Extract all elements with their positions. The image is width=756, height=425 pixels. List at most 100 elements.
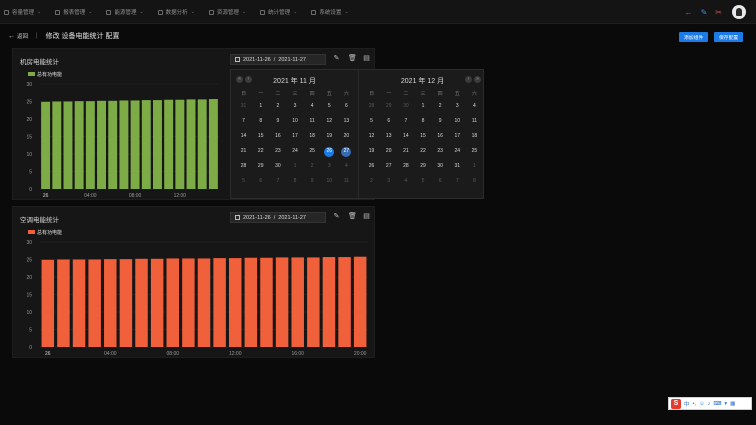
calendar-day[interactable]: 22 — [252, 144, 269, 159]
calendar-day[interactable]: 7 — [269, 174, 286, 189]
add-component-button[interactable]: 添加组件 — [679, 32, 709, 42]
calendar-day[interactable]: 4 — [338, 159, 355, 174]
calendar-day[interactable]: 31 — [449, 159, 466, 174]
back-button[interactable]: ← 返回 — [8, 32, 28, 41]
calendar-day[interactable]: 1 — [466, 159, 483, 174]
edit-icon[interactable]: ✎ — [333, 213, 340, 221]
calendar-day[interactable]: 24 — [286, 144, 303, 159]
tool-icon[interactable]: ✂ — [715, 8, 722, 17]
calendar-day[interactable]: 19 — [363, 144, 380, 159]
calendar-day[interactable]: 30 — [397, 99, 414, 114]
calendar-day[interactable]: 5 — [363, 114, 380, 129]
nav-item-analysis[interactable]: 数据分析 ⌄ — [157, 8, 195, 16]
delete-icon[interactable]: 🗑 — [348, 213, 357, 221]
calendar-day[interactable]: 22 — [414, 144, 431, 159]
calendar-day[interactable]: 3 — [321, 159, 338, 174]
calendar-day[interactable]: 29 — [414, 159, 431, 174]
next-year-icon[interactable]: » — [474, 76, 481, 83]
calendar-day[interactable]: 12 — [363, 129, 380, 144]
nav-item-resources[interactable]: 资源管理 ⌄ — [208, 8, 246, 16]
calendar-day[interactable]: 1 — [252, 99, 269, 114]
calendar-day[interactable]: 19 — [321, 129, 338, 144]
nav-item-settings[interactable]: 系统设置 ⌄ — [311, 8, 349, 16]
calendar-day[interactable]: 3 — [449, 99, 466, 114]
calendar-day[interactable]: 25 — [466, 144, 483, 159]
calendar-day[interactable]: 26 — [321, 144, 338, 159]
calendar-day[interactable]: 9 — [432, 114, 449, 129]
calendar-day[interactable]: 4 — [466, 99, 483, 114]
calendar-day[interactable]: 6 — [432, 174, 449, 189]
calendar-day[interactable]: 11 — [338, 174, 355, 189]
ime-emoji-icon[interactable]: ☺ — [699, 401, 705, 407]
calendar-day[interactable]: 8 — [252, 114, 269, 129]
calendar-day[interactable]: 18 — [304, 129, 321, 144]
date-range-picker[interactable]: 2021-11-26 / 2021-11-27 — [230, 54, 326, 65]
calendar-day[interactable]: 10 — [286, 114, 303, 129]
calendar-day[interactable]: 31 — [235, 99, 252, 114]
save-config-button[interactable]: 保存配置 — [714, 32, 744, 42]
ime-punct-icon[interactable]: •, — [693, 401, 696, 407]
ime-toolbar[interactable]: S 中 •, ☺ ♪ ⌨ ▾ ▦ — [668, 397, 752, 410]
calendar-day[interactable]: 23 — [432, 144, 449, 159]
export-icon[interactable]: ▤ — [363, 213, 370, 221]
calendar-day[interactable]: 21 — [397, 144, 414, 159]
nav-item-statistics[interactable]: 统计管理 ⌄ — [260, 8, 297, 16]
calendar-day[interactable]: 17 — [449, 129, 466, 144]
edit-icon[interactable]: ✎ — [701, 8, 708, 17]
calendar-day[interactable]: 10 — [321, 174, 338, 189]
calendar-day[interactable]: 21 — [235, 144, 252, 159]
calendar-day[interactable]: 10 — [449, 114, 466, 129]
calendar-day[interactable]: 5 — [414, 174, 431, 189]
calendar-day[interactable]: 11 — [304, 114, 321, 129]
calendar-day[interactable]: 29 — [380, 99, 397, 114]
calendar-day[interactable]: 11 — [466, 114, 483, 129]
calendar-day[interactable]: 6 — [338, 99, 355, 114]
calendar-day[interactable]: 27 — [338, 144, 355, 159]
calendar-day[interactable]: 18 — [466, 129, 483, 144]
calendar-day[interactable]: 1 — [414, 99, 431, 114]
calendar-day[interactable]: 3 — [286, 99, 303, 114]
calendar-day[interactable]: 14 — [235, 129, 252, 144]
calendar-day[interactable]: 2 — [363, 174, 380, 189]
delete-icon[interactable]: 🗑 — [348, 55, 357, 63]
calendar-day[interactable]: 20 — [338, 129, 355, 144]
calendar-day[interactable]: 2 — [304, 159, 321, 174]
edit-icon[interactable]: ✎ — [333, 55, 340, 63]
calendar-day[interactable]: 3 — [380, 174, 397, 189]
calendar-day[interactable]: 2 — [432, 99, 449, 114]
ime-mic-icon[interactable]: ♪ — [708, 401, 711, 407]
calendar-day[interactable]: 13 — [338, 114, 355, 129]
calendar-day[interactable]: 29 — [252, 159, 269, 174]
calendar-day[interactable]: 12 — [321, 114, 338, 129]
calendar-day[interactable]: 20 — [380, 144, 397, 159]
calendar-day[interactable]: 7 — [397, 114, 414, 129]
calendar-day[interactable]: 24 — [449, 144, 466, 159]
calendar-day[interactable]: 6 — [252, 174, 269, 189]
calendar-day[interactable]: 14 — [397, 129, 414, 144]
avatar[interactable] — [732, 5, 746, 19]
calendar-day[interactable]: 4 — [397, 174, 414, 189]
calendar-day[interactable]: 9 — [304, 174, 321, 189]
calendar-day[interactable]: 4 — [304, 99, 321, 114]
back-arrow-icon[interactable]: ← — [685, 8, 693, 17]
calendar-day[interactable]: 28 — [235, 159, 252, 174]
next-month-icon[interactable]: › — [465, 76, 472, 83]
nav-item-capacity[interactable]: 容量管理 ⌄ — [4, 8, 41, 16]
calendar-day[interactable]: 5 — [235, 174, 252, 189]
calendar-day[interactable]: 17 — [286, 129, 303, 144]
calendar-day[interactable]: 30 — [269, 159, 286, 174]
calendar-day[interactable]: 8 — [286, 174, 303, 189]
calendar-day[interactable]: 16 — [269, 129, 286, 144]
calendar-day[interactable]: 23 — [269, 144, 286, 159]
calendar-day[interactable]: 7 — [235, 114, 252, 129]
calendar-day[interactable]: 9 — [269, 114, 286, 129]
calendar-day[interactable]: 26 — [363, 159, 380, 174]
nav-item-reports[interactable]: 报表管理 ⌄ — [55, 8, 92, 16]
ime-keyboard-icon[interactable]: ⌨ — [713, 401, 721, 407]
calendar-day[interactable]: 25 — [304, 144, 321, 159]
date-range-picker[interactable]: 2021-11-26 / 2021-11-27 — [230, 212, 326, 223]
calendar-day[interactable]: 1 — [286, 159, 303, 174]
calendar-day[interactable]: 8 — [466, 174, 483, 189]
calendar-day[interactable]: 15 — [252, 129, 269, 144]
export-icon[interactable]: ▤ — [363, 55, 370, 63]
